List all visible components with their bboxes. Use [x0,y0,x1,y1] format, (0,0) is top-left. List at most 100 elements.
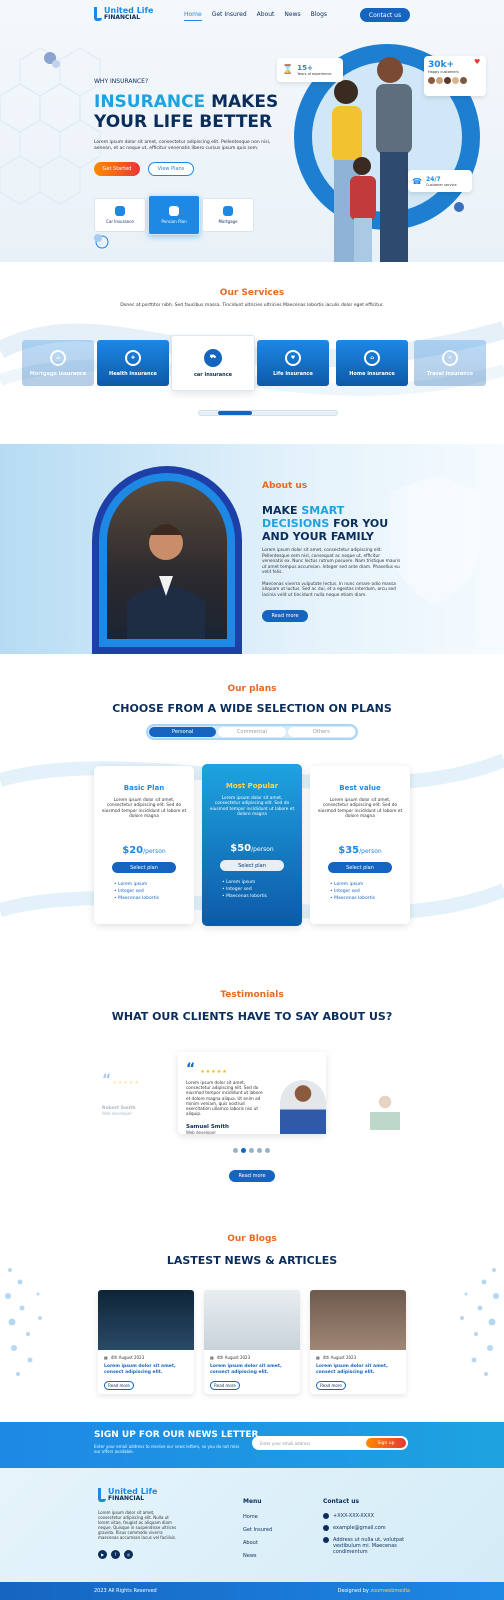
hero-tab-car[interactable]: Car Insurance [94,198,146,232]
hero-title-part2: YOUR LIFE BETTER [94,112,273,132]
plan-card-best-value: Best value Lorem ipsum dolor sit amet, c… [310,766,410,924]
about-text: Lorem ipsum dolor sit amet, consectetur … [262,548,402,598]
phone-icon [323,1513,329,1519]
service-card-car[interactable]: ⛟ car insurance [171,335,255,391]
service-card-home[interactable]: ⌂ Home insurance [336,340,408,386]
footer-address: Address ut nulla ut, volutpat vestibulum… [323,1537,413,1555]
footer-link-news[interactable]: News [243,1553,272,1559]
designed-by-label: Designed by [337,1588,369,1594]
blog-read-more-button[interactable]: Read more [316,1381,346,1390]
footer-link-get-insured[interactable]: Get Insured [243,1527,272,1533]
facebook-icon[interactable]: f [111,1550,120,1559]
hero-tab-mortgage[interactable]: Mortgage [202,198,254,232]
calendar-icon: ▦ [316,1355,320,1360]
plan-feature-text: Integer sed [226,887,252,893]
instagram-icon[interactable]: ◎ [124,1550,133,1559]
newsletter-title: SIGN UP FOR OUR NEWS LETTER [94,1430,259,1440]
plan-price-unit: /person [251,846,274,854]
hero-tab-label: Mortgage [218,219,238,224]
plan-feature: • Maecenas lobortis [222,894,267,900]
about-photo-frame [92,466,242,654]
stat-customers-label: Happy customers [428,70,459,74]
carousel-dot[interactable] [241,1148,246,1153]
calendar-icon: ▦ [104,1355,108,1360]
plans-tab-commercial[interactable]: Commercial [218,727,286,737]
select-plan-button[interactable]: Select plan [112,862,176,874]
plans-tab-personal[interactable]: Personal [149,727,217,737]
carousel-dot[interactable] [249,1148,254,1153]
footer-link-about[interactable]: About [243,1540,272,1546]
nav-news[interactable]: News [284,11,300,21]
carousel-dot[interactable] [257,1148,262,1153]
blog-title[interactable]: Lorem ipsum dolor sit amet, consect adip… [310,1360,406,1375]
services-scrollbar-thumb[interactable] [218,411,252,415]
plan-price-value: $50 [230,843,252,855]
brand-logo[interactable]: United Life FINANCIAL [94,7,153,21]
hero-tab-pension[interactable]: Pension Plan [148,195,200,235]
footer-link-home[interactable]: Home [243,1514,272,1520]
plan-feature: • Integer sed [114,889,144,895]
newsletter-text: Enter your email address to receive our … [94,1444,240,1454]
testimonials-heading: WHAT OUR CLIENTS HAVE TO SAY ABOUT US? [111,1010,393,1023]
footer-email-text: example@gmail.com [333,1525,386,1531]
brand-subname: FINANCIAL [108,1495,145,1502]
plan-price: $50/person [230,843,273,854]
get-started-button[interactable]: Get Started [94,162,140,176]
plan-price: $20/person [122,845,165,856]
designer-link[interactable]: zoomwebmedia [370,1588,410,1594]
youtube-icon[interactable]: ▶ [98,1550,107,1559]
brand-subname: FINANCIAL [104,14,141,21]
service-label: car insurance [193,371,233,378]
nav-get-insured[interactable]: Get Insured [212,11,247,21]
about-paragraph-2: Maecenas viverra vulputate lectus. In nu… [262,581,396,598]
plan-price-value: $20 [122,845,144,857]
stat-experience-label: Years of experience [297,72,332,76]
plan-feature-text: Lorem ipsum [334,882,364,888]
nav-blogs[interactable]: Blogs [311,11,327,21]
pension-icon [169,206,179,216]
view-plans-button[interactable]: View Plans [148,162,194,176]
plan-features: • Lorem ipsum • Integer sed • Maecenas l… [114,881,174,902]
carousel-dot[interactable] [265,1148,270,1153]
nav-home[interactable]: Home [184,11,202,21]
plan-name: Basic Plan [123,784,165,792]
service-card-mortgage[interactable]: ⌂ Mortgage insurance [22,340,94,386]
plan-description: Lorem ipsum dolor sit amet, consectetur … [101,798,187,819]
service-card-travel[interactable]: ✈ Travel insurance [414,340,486,386]
testimonial-person-next[interactable] [370,1090,400,1130]
service-card-health[interactable]: ✚ Health insurance [97,340,169,386]
contact-button[interactable]: Contact us [360,8,410,22]
plan-feature-text: Maecenas lobortis [226,894,267,900]
footer-menu-title: Menu [243,1498,262,1505]
mortgage-icon [223,206,233,216]
quote-icon: “ [102,1072,112,1088]
plans-title: Our plans [227,684,277,694]
blog-title[interactable]: Lorem ipsum dolor sit amet, consect adip… [98,1360,194,1375]
service-card-life[interactable]: ♥ Life insurance [257,340,329,386]
footer-email[interactable]: example@gmail.com [323,1525,413,1531]
about-read-more-button[interactable]: Read more [262,610,308,622]
blog-title[interactable]: Lorem ipsum dolor sit amet, consect adip… [204,1360,300,1375]
select-plan-button[interactable]: Select plan [328,862,392,874]
footer-logo[interactable]: United Life FINANCIAL [98,1488,157,1502]
plan-feature: • Maecenas lobortis [330,896,375,902]
testimonials-read-more-button[interactable]: Read more [229,1170,275,1182]
blog-date-text: 4th August 2023 [322,1355,357,1360]
plan-price-unit: /person [143,848,166,856]
plans-tab-others[interactable]: Others [287,727,355,737]
travel-icon: ✈ [442,349,458,366]
plans-heading: CHOOSE FROM A WIDE SELECTION ON PLANS [112,702,392,715]
select-plan-button[interactable]: Select plan [220,860,284,872]
footer-phone[interactable]: +XXX-XXX-XXXX [323,1513,413,1519]
plan-name: Most Popular [225,782,279,790]
newsletter-signup-button[interactable]: Sign up [366,1438,406,1448]
blogs-title: Our Blogs [227,1234,277,1244]
carousel-dot[interactable] [233,1148,238,1153]
nav-about[interactable]: About [257,11,275,21]
plan-feature: • Lorem ipsum [222,880,256,886]
footer-phone-text: +XXX-XXX-XXXX [333,1513,375,1519]
plan-feature: • Integer sed [222,887,252,893]
blog-read-more-button[interactable]: Read more [210,1381,240,1390]
blog-read-more-button[interactable]: Read more [104,1381,134,1390]
testimonials-title: Testimonials [220,990,284,1000]
